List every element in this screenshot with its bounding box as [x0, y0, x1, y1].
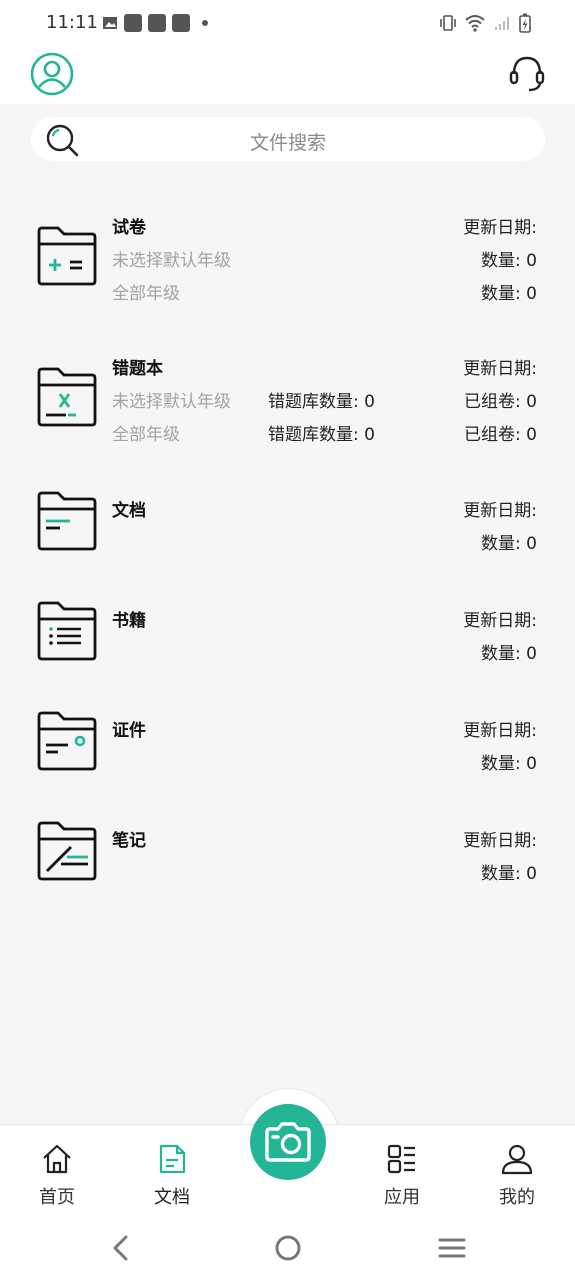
document-folder-icon	[37, 491, 97, 551]
customer-service-headset-icon[interactable]	[509, 54, 545, 94]
recent-apps-menu-icon[interactable]	[438, 1234, 466, 1262]
tab-home[interactable]: 首页	[17, 1143, 97, 1209]
default-grade-status: 未选择默认年级	[112, 251, 231, 271]
app-header	[0, 46, 575, 104]
home-circle-icon[interactable]	[274, 1234, 302, 1262]
back-icon[interactable]	[110, 1234, 132, 1262]
folder-title: 笔记	[112, 831, 146, 851]
assembled-papers-count: 已组卷: 0	[464, 425, 537, 445]
mistake-bank-count: 错题库数量: 0	[268, 425, 375, 445]
folder-item-documents[interactable]: 文档 更新日期: 数量: 0	[0, 491, 575, 556]
tab-label: 文档	[154, 1187, 190, 1208]
folder-title: 错题本	[112, 359, 163, 379]
tab-label: 应用	[384, 1187, 420, 1208]
system-status-icons	[439, 13, 531, 33]
folder-title: 文档	[112, 501, 146, 521]
shopping-bag-notification-icon	[148, 14, 166, 32]
document-icon	[159, 1144, 186, 1174]
update-date: 更新日期:	[463, 359, 537, 379]
item-count: 数量: 0	[481, 284, 537, 304]
certificate-folder-icon	[37, 711, 97, 771]
mistake-book-folder-icon	[37, 367, 97, 427]
user-avatar-icon[interactable]	[30, 52, 74, 96]
folder-title: 书籍	[112, 611, 146, 631]
assembled-papers-count: 已组卷: 0	[464, 392, 537, 412]
tab-label: 首页	[39, 1187, 75, 1208]
update-date: 更新日期:	[463, 721, 537, 741]
grade-label: 全部年级	[112, 425, 180, 445]
exam-paper-folder-icon	[37, 226, 97, 286]
battery-charging-icon	[519, 13, 531, 33]
folder-title: 证件	[112, 721, 146, 741]
folder-item-notes[interactable]: 笔记 更新日期: 数量: 0	[0, 821, 575, 886]
item-count: 数量: 0	[481, 864, 537, 884]
camera-scan-button[interactable]	[250, 1104, 326, 1180]
status-bar: 11:11	[0, 0, 575, 46]
shopping-bag-notification-icon	[172, 14, 190, 32]
item-count: 数量: 0	[481, 534, 537, 554]
tab-apps[interactable]: 应用	[362, 1143, 442, 1209]
more-notifications-dot-icon	[202, 20, 208, 26]
file-search-bar[interactable]: 文件搜索	[31, 117, 545, 161]
image-notification-icon	[103, 17, 117, 29]
search-placeholder: 文件搜索	[249, 132, 326, 154]
apps-icon	[387, 1144, 415, 1174]
shopping-bag-notification-icon	[124, 14, 142, 32]
tab-documents[interactable]: 文档	[132, 1143, 212, 1209]
folder-item-mistake-book[interactable]: 错题本 未选择默认年级 全部年级 错题库数量: 0 错题库数量: 0 更新日期:…	[0, 354, 575, 445]
home-icon	[43, 1144, 71, 1174]
vibrate-icon	[440, 15, 456, 31]
wifi-icon	[465, 15, 485, 32]
folder-item-exam-papers[interactable]: 试卷 未选择默认年级 全部年级 更新日期: 数量: 0 数量: 0	[0, 213, 575, 304]
status-time: 11:11	[46, 12, 98, 33]
item-count: 数量: 0	[481, 754, 537, 774]
signal-icon	[495, 17, 509, 30]
tab-profile[interactable]: 我的	[477, 1143, 557, 1209]
item-count: 数量: 0	[481, 251, 537, 271]
tab-label: 我的	[499, 1187, 535, 1208]
folder-item-books[interactable]: 书籍 更新日期: 数量: 0	[0, 601, 575, 666]
default-grade-status: 未选择默认年级	[112, 392, 231, 412]
update-date: 更新日期:	[463, 218, 537, 238]
book-folder-icon	[37, 601, 97, 661]
camera-icon	[265, 1122, 311, 1162]
update-date: 更新日期:	[463, 611, 537, 631]
item-count: 数量: 0	[481, 644, 537, 664]
grade-label: 全部年级	[112, 284, 180, 304]
notes-folder-icon	[37, 821, 97, 881]
folder-title: 试卷	[112, 218, 146, 238]
system-navigation-bar	[0, 1214, 575, 1280]
mistake-bank-count: 错题库数量: 0	[268, 392, 375, 412]
folder-item-certificates[interactable]: 证件 更新日期: 数量: 0	[0, 711, 575, 776]
notification-icons	[102, 14, 208, 32]
profile-icon	[501, 1144, 533, 1175]
update-date: 更新日期:	[463, 831, 537, 851]
update-date: 更新日期:	[463, 501, 537, 521]
